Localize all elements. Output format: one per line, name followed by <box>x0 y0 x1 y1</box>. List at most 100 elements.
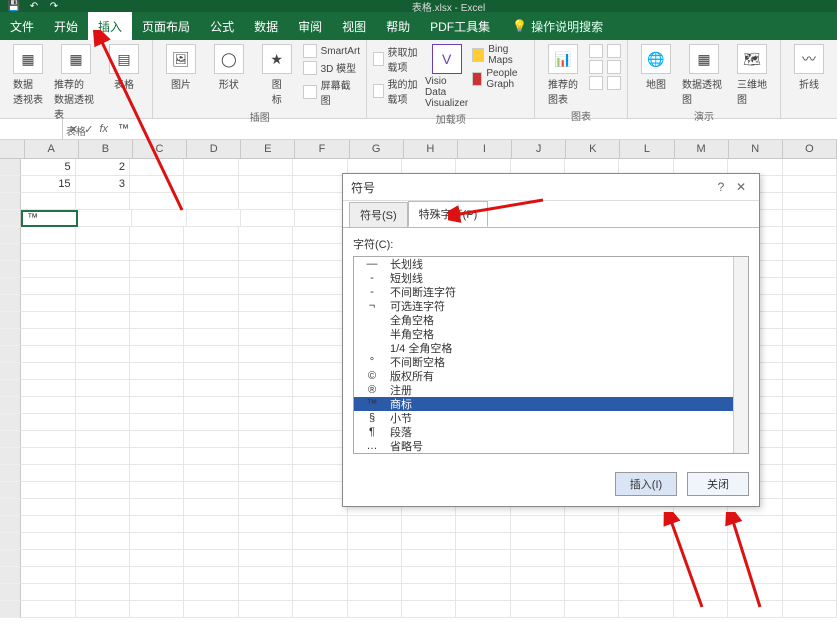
menu-data[interactable]: 数据 <box>244 12 288 40</box>
cell[interactable]: 3 <box>76 176 130 193</box>
cell[interactable] <box>130 346 184 363</box>
cell[interactable] <box>239 499 293 516</box>
chart-icon[interactable] <box>589 76 603 90</box>
cell[interactable] <box>783 601 837 618</box>
peoplegraph-button[interactable]: People Graph <box>472 68 528 90</box>
cell[interactable] <box>728 567 782 584</box>
cell[interactable] <box>239 567 293 584</box>
cell[interactable] <box>728 516 782 533</box>
name-box[interactable] <box>0 119 63 139</box>
cell[interactable] <box>21 295 75 312</box>
cell[interactable] <box>239 414 293 431</box>
cell[interactable] <box>783 227 837 244</box>
cell[interactable] <box>130 312 184 329</box>
chart-icon[interactable] <box>607 76 621 90</box>
tab-symbols[interactable]: 符号(S) <box>349 202 408 227</box>
col-header[interactable]: K <box>566 140 620 158</box>
cell[interactable] <box>293 227 347 244</box>
row-header[interactable] <box>0 363 21 380</box>
cell[interactable] <box>184 312 238 329</box>
cell[interactable] <box>184 482 238 499</box>
cell[interactable] <box>130 601 184 618</box>
cell[interactable] <box>76 516 130 533</box>
shapes-button[interactable]: ◯形状 <box>207 44 251 107</box>
cell[interactable] <box>21 414 75 431</box>
menu-view[interactable]: 视图 <box>332 12 376 40</box>
cell[interactable] <box>783 516 837 533</box>
list-item[interactable]: ®注册 <box>354 383 748 397</box>
row-header[interactable] <box>0 482 21 499</box>
cell[interactable] <box>783 397 837 414</box>
chart-icon[interactable] <box>589 44 603 58</box>
close-icon[interactable]: ✕ <box>731 180 751 194</box>
cell[interactable] <box>239 584 293 601</box>
cell[interactable] <box>21 397 75 414</box>
enter-icon[interactable]: ✓ <box>84 123 93 136</box>
menu-pdf[interactable]: PDF工具集 <box>420 12 500 40</box>
cell[interactable] <box>21 499 75 516</box>
col-header[interactable]: C <box>133 140 187 158</box>
cell[interactable] <box>184 193 238 210</box>
cell[interactable] <box>293 295 347 312</box>
cell[interactable] <box>783 431 837 448</box>
cell[interactable] <box>76 533 130 550</box>
cell[interactable] <box>348 584 402 601</box>
cell[interactable] <box>239 550 293 567</box>
cell[interactable] <box>130 397 184 414</box>
col-header[interactable]: M <box>675 140 729 158</box>
character-listbox[interactable]: —长划线-短划线-不间断连字符¬可选连字符全角空格半角空格1/4 全角空格°不间… <box>353 256 749 454</box>
cell[interactable] <box>293 482 347 499</box>
cell[interactable] <box>511 550 565 567</box>
cell[interactable] <box>21 567 75 584</box>
cell[interactable] <box>783 193 837 210</box>
cell[interactable] <box>130 244 184 261</box>
save-icon[interactable]: 💾 <box>8 0 20 12</box>
cell[interactable]: 2 <box>76 159 130 176</box>
cell[interactable] <box>76 261 130 278</box>
cell[interactable] <box>76 584 130 601</box>
undo-icon[interactable]: ↶ <box>28 0 40 12</box>
cell[interactable] <box>239 176 293 193</box>
cell[interactable] <box>130 261 184 278</box>
cell[interactable] <box>728 584 782 601</box>
table-button[interactable]: ▤表格 <box>102 44 146 121</box>
cell[interactable] <box>239 244 293 261</box>
cell[interactable] <box>293 499 347 516</box>
list-item[interactable]: 半角空格 <box>354 327 748 341</box>
cell[interactable] <box>293 329 347 346</box>
cell[interactable] <box>76 380 130 397</box>
cell[interactable] <box>76 414 130 431</box>
cell[interactable] <box>21 278 75 295</box>
cell[interactable] <box>783 414 837 431</box>
cell[interactable]: 5 <box>21 159 75 176</box>
cell[interactable] <box>565 550 619 567</box>
cell[interactable] <box>456 584 510 601</box>
cell[interactable] <box>239 227 293 244</box>
cancel-icon[interactable]: ✕ <box>69 123 78 136</box>
cell[interactable] <box>783 261 837 278</box>
cell[interactable] <box>728 601 782 618</box>
cell[interactable] <box>76 431 130 448</box>
cell[interactable] <box>130 584 184 601</box>
close-button[interactable]: 关闭 <box>687 472 749 496</box>
cell[interactable] <box>21 380 75 397</box>
cell[interactable] <box>402 567 456 584</box>
cell[interactable] <box>184 346 238 363</box>
list-item[interactable]: …省略号 <box>354 439 748 453</box>
cell[interactable] <box>132 210 186 227</box>
cell[interactable] <box>130 499 184 516</box>
row-header[interactable] <box>0 227 21 244</box>
cell[interactable] <box>130 567 184 584</box>
cell[interactable] <box>21 465 75 482</box>
cell[interactable] <box>184 227 238 244</box>
cell[interactable] <box>130 227 184 244</box>
cell[interactable] <box>130 448 184 465</box>
cell[interactable] <box>239 159 293 176</box>
cell[interactable] <box>293 448 347 465</box>
list-item[interactable]: 1/4 全角空格 <box>354 341 748 355</box>
cell[interactable] <box>619 516 673 533</box>
cell[interactable] <box>130 380 184 397</box>
cell[interactable] <box>783 550 837 567</box>
cell[interactable] <box>184 329 238 346</box>
menu-help[interactable]: 帮助 <box>376 12 420 40</box>
